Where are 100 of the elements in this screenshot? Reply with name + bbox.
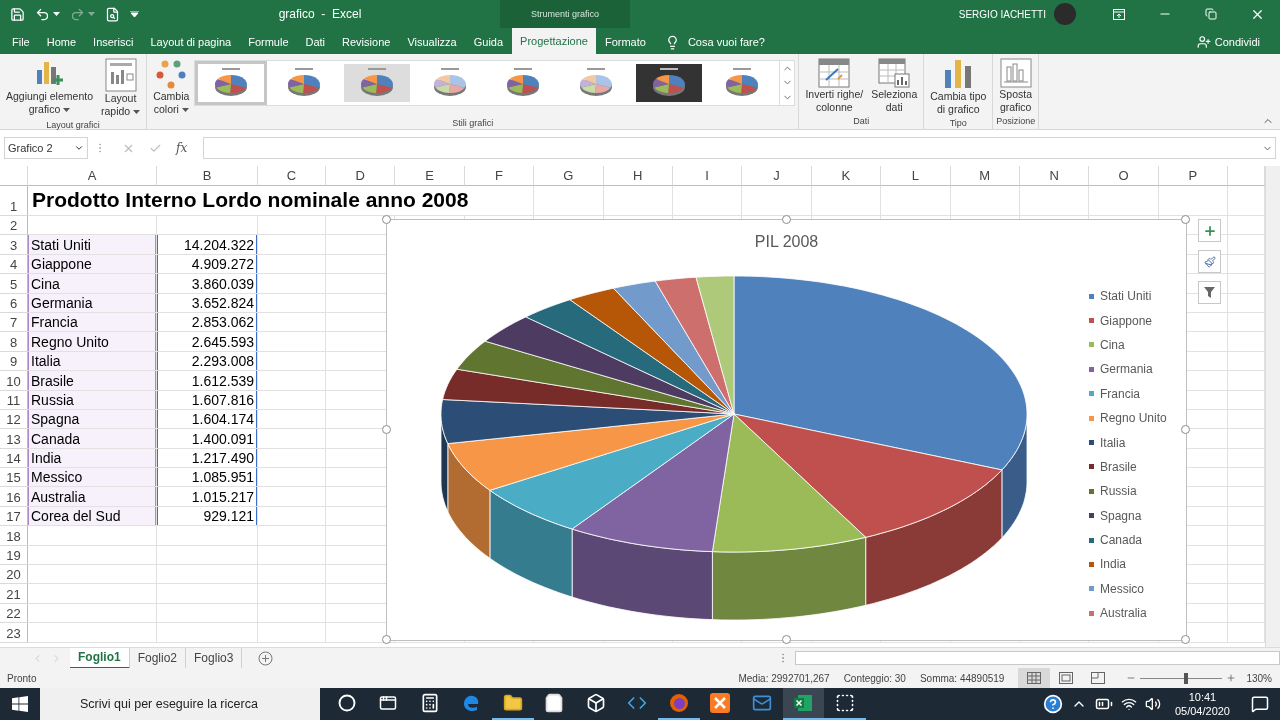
column-header[interactable]: D	[326, 166, 396, 186]
row-header[interactable]: 21	[0, 584, 28, 604]
zoom-slider-thumb[interactable]	[1184, 672, 1189, 684]
legend-label: Stati Uniti	[1100, 289, 1152, 304]
windows-logo-icon	[12, 696, 28, 712]
zoom-in-icon[interactable]	[1226, 673, 1237, 683]
redo-icon	[70, 6, 85, 22]
save-icon	[10, 6, 25, 22]
taskbar-app-button[interactable]	[782, 688, 824, 720]
resize-handle[interactable]	[781, 635, 791, 644]
row-header[interactable]: 19	[0, 545, 28, 566]
group-label: Layout grafici	[46, 120, 100, 130]
ribbon-tab[interactable]: Formule	[240, 30, 297, 54]
volume-icon[interactable]	[1144, 696, 1161, 712]
resize-handle[interactable]	[382, 635, 391, 644]
ribbon-tab[interactable]: Formato	[596, 30, 654, 54]
ribbon-button[interactable]: Seleziona dati	[868, 56, 921, 116]
ribbon-button[interactable]: Aggiungi elemento grafico	[3, 56, 96, 118]
legend-label: Canada	[1100, 533, 1143, 548]
column-header[interactable]: N	[1019, 166, 1090, 186]
column-header[interactable]: P	[1158, 166, 1229, 186]
ribbon-tab[interactable]: Layout di pagina	[142, 30, 240, 54]
undo-button[interactable]	[35, 6, 60, 22]
column-header[interactable]: F	[464, 166, 535, 186]
ribbon-button[interactable]: Inverti righe/ colonne	[802, 56, 867, 116]
table-cell: Cina	[28, 274, 157, 294]
resize-handle[interactable]	[1181, 425, 1190, 434]
sheet-tab[interactable]: Foglio1	[70, 647, 130, 669]
table-swap-icon	[818, 58, 851, 88]
help-icon[interactable]	[1042, 694, 1063, 714]
wifi-icon[interactable]	[1120, 696, 1137, 712]
column-header[interactable]: A	[28, 166, 157, 186]
zoom-level[interactable]: 130%	[1246, 672, 1272, 684]
column-header[interactable]: H	[603, 166, 673, 186]
resize-handle[interactable]	[781, 215, 791, 224]
resize-handle[interactable]	[1181, 635, 1190, 644]
table-cell	[742, 186, 812, 216]
ribbon-button[interactable]: Layout rapido	[98, 56, 144, 120]
dashed-square-icon	[834, 693, 855, 713]
column-header[interactable]: K	[811, 166, 882, 186]
add-sheet-button[interactable]	[258, 650, 274, 666]
row-header[interactable]: 1	[0, 186, 28, 216]
table-cell: Prodotto Interno Lordo nominale anno 2008	[28, 186, 535, 216]
ribbon-button[interactable]: Cambia colori	[150, 56, 193, 118]
resize-handle[interactable]	[382, 215, 391, 224]
resize-handle[interactable]	[382, 425, 391, 434]
column-header[interactable]: I	[672, 166, 743, 186]
ribbon-tab[interactable]: Guida	[465, 30, 512, 54]
add-element-button[interactable]	[1198, 219, 1221, 242]
ribbon-tab[interactable]: Inserisci	[85, 30, 142, 54]
customize-button[interactable]	[130, 11, 139, 17]
ribbon-tab[interactable]: Home	[38, 30, 85, 54]
chart-style-button[interactable]	[1198, 250, 1221, 273]
chart-filter-button[interactable]	[1198, 281, 1221, 304]
user-avatar[interactable]	[1054, 3, 1076, 25]
share-button[interactable]: Condividi	[1190, 30, 1266, 54]
table-cell	[1158, 186, 1229, 216]
column-header[interactable]: J	[742, 166, 812, 186]
column-header[interactable]: B	[157, 166, 258, 186]
undo-icon	[35, 6, 50, 22]
ribbon-tab[interactable]: File	[4, 30, 38, 54]
table-cell	[1019, 186, 1090, 216]
column-header[interactable]: L	[881, 166, 951, 186]
legend-label: Francia	[1100, 386, 1140, 401]
chart-style-thumbnail[interactable]	[195, 61, 268, 105]
table-chart-icon	[878, 58, 911, 88]
column-header[interactable]: G	[534, 166, 604, 186]
insert-function-button[interactable]: fx	[176, 141, 188, 155]
tell-me-field[interactable]: Cosa vuoi fare?	[687, 36, 765, 48]
row-header[interactable]: 23	[0, 623, 28, 643]
column-header[interactable]: C	[258, 166, 326, 186]
table-cell: Australia	[28, 487, 157, 507]
row-header[interactable]: 2	[0, 216, 28, 236]
formula-field[interactable]	[203, 137, 1276, 159]
resize-handle[interactable]	[1181, 215, 1190, 224]
table-cell: 1.400.091	[157, 429, 258, 449]
ribbon-button[interactable]: Sposta grafico	[996, 56, 1035, 116]
clock[interactable]: 10:41 05/04/2020	[1174, 690, 1230, 718]
row-header[interactable]: 22	[0, 603, 28, 624]
legend-label: Messico	[1100, 581, 1144, 596]
row-header[interactable]: 20	[0, 565, 28, 585]
print-preview-button[interactable]	[105, 6, 120, 22]
status-text: Pronto	[7, 672, 37, 684]
column-header[interactable]: M	[950, 166, 1020, 186]
save-button[interactable]	[10, 6, 25, 22]
vertical-scrollbar[interactable]	[1265, 166, 1280, 647]
ribbon-tab[interactable]: Visualizza	[399, 30, 465, 54]
ribbon-button[interactable]: Cambia tipo di grafico	[927, 56, 990, 118]
horizontal-scrollbar[interactable]	[795, 651, 1280, 665]
name-box[interactable]: Grafico 2	[4, 137, 88, 159]
column-header[interactable]: O	[1089, 166, 1159, 186]
table-cell: Russia	[28, 390, 157, 410]
column-header[interactable]: E	[395, 166, 465, 186]
ribbon-tab[interactable]: Progettazione	[512, 28, 596, 54]
search-field[interactable]: Scrivi qui per eseguire la ricerca	[40, 688, 320, 720]
view-button[interactable]	[1018, 668, 1051, 688]
table-cell: Giappone	[28, 254, 157, 275]
ribbon-tab[interactable]: Dati	[297, 30, 334, 54]
ribbon-tab[interactable]: Revisione	[334, 30, 399, 54]
row-header[interactable]: 18	[0, 526, 28, 546]
